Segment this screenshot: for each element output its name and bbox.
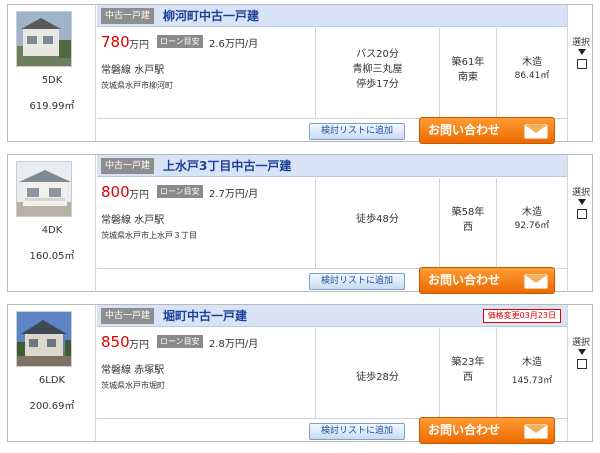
structure-type: 木造 <box>522 357 542 368</box>
thumbnail-cell: 4DK 160.05㎡ <box>8 155 96 291</box>
loan-value: 2.8万円/月 <box>209 339 259 350</box>
thumbnail-cell: 5DK 619.99㎡ <box>8 5 96 141</box>
line-station: 常磐線 赤塚駅 <box>101 365 165 376</box>
category-badge: 中古一戸建 <box>101 308 155 324</box>
loan-value: 2.6万円/月 <box>209 39 259 50</box>
building-age: 築23年 <box>451 357 485 368</box>
select-checkbox[interactable] <box>577 59 587 69</box>
listing-card: 6LDK 200.69㎡ 中古一戸建 堀町中古一戸建 価格変更03月23日 85… <box>7 304 594 444</box>
address: 茨城県水戸市上水戸３丁目 <box>101 231 197 240</box>
inquiry-button[interactable]: お問い合わせ <box>419 417 555 444</box>
envelope-icon <box>524 124 548 139</box>
select-label: 選択 <box>571 338 590 348</box>
arrow-down-icon <box>578 199 586 205</box>
price-value: 780 <box>101 33 130 51</box>
select-cell: 選択 <box>567 305 594 441</box>
loan-badge: ローン目安 <box>157 335 203 348</box>
age-cell: 築61年 南東 <box>439 28 496 118</box>
facing-direction: 西 <box>463 372 473 383</box>
structure-cell: 木造 92.76㎡ <box>496 178 567 268</box>
facing-direction: 西 <box>463 222 473 233</box>
structure-type: 木造 <box>522 207 542 218</box>
building-age: 築61年 <box>451 57 485 68</box>
property-photo[interactable] <box>16 161 72 217</box>
land-area: 200.69㎡ <box>29 401 75 412</box>
floor-plan-label: 5DK <box>41 75 63 86</box>
loan-value: 2.7万円/月 <box>209 189 259 200</box>
category-badge: 中古一戸建 <box>101 158 155 174</box>
loan-badge: ローン目安 <box>157 185 203 198</box>
building-area: 86.41㎡ <box>514 71 550 81</box>
envelope-icon <box>524 274 548 289</box>
structure-cell: 木造 86.41㎡ <box>496 28 567 118</box>
access-line: 停歩17分 <box>356 79 399 90</box>
line-station: 常磐線 水戸駅 <box>101 65 165 76</box>
address: 茨城県水戸市柳河町 <box>101 81 173 90</box>
add-to-compare-list-button[interactable]: 検討リストに追加 <box>309 423 405 440</box>
line-station: 常磐線 水戸駅 <box>101 215 165 226</box>
action-row: 検討リストに追加 お問い合わせ <box>97 117 567 144</box>
access-line: 青柳三丸屋 <box>352 64 403 75</box>
listing-title-link[interactable]: 上水戸3丁目中古一戸建 <box>163 157 291 175</box>
land-area: 619.99㎡ <box>29 101 75 112</box>
floor-plan-label: 4DK <box>41 225 63 236</box>
title-bar: 中古一戸建 上水戸3丁目中古一戸建 <box>97 155 567 177</box>
select-cell: 選択 <box>567 5 594 141</box>
action-row: 検討リストに追加 お問い合わせ <box>97 267 567 294</box>
price-value: 800 <box>101 183 130 201</box>
access-line: 徒歩48分 <box>356 214 399 225</box>
facing-direction: 南東 <box>458 72 478 83</box>
listing-title-link[interactable]: 柳河町中古一戸建 <box>163 7 259 25</box>
structure-type: 木造 <box>522 57 542 68</box>
land-area: 160.05㎡ <box>29 251 75 262</box>
access-line: バス20分 <box>356 49 399 60</box>
add-to-compare-list-button[interactable]: 検討リストに追加 <box>309 273 405 290</box>
price-value: 850 <box>101 333 130 351</box>
inquiry-button[interactable]: お問い合わせ <box>419 267 555 294</box>
listing-title-link[interactable]: 堀町中古一戸建 <box>163 307 247 325</box>
price-area: 780 万円 ローン目安 2.6万円/月 常磐線 水戸駅 茨城県水戸市柳河町 <box>97 28 315 118</box>
building-area: 145.73㎡ <box>511 376 553 386</box>
address: 茨城県水戸市堀町 <box>101 381 165 390</box>
price-change-badge: 価格変更03月23日 <box>482 309 561 323</box>
inquiry-button-label: お問い合わせ <box>428 123 501 137</box>
access-cell: バス20分 青柳三丸屋 停歩17分 <box>315 28 439 118</box>
title-bar: 中古一戸建 堀町中古一戸建 価格変更03月23日 <box>97 305 567 327</box>
price-area: 800 万円 ローン目安 2.7万円/月 常磐線 水戸駅 茨城県水戸市上水戸３丁… <box>97 178 315 268</box>
inquiry-button-label: お問い合わせ <box>428 423 501 437</box>
arrow-down-icon <box>578 49 586 55</box>
access-cell: 徒歩28分 <box>315 328 439 418</box>
arrow-down-icon <box>578 349 586 355</box>
thumbnail-cell: 6LDK 200.69㎡ <box>8 305 96 441</box>
price-unit: 万円 <box>129 340 149 351</box>
inquiry-button-label: お問い合わせ <box>428 273 501 287</box>
price-area: 850 万円 ローン目安 2.8万円/月 常磐線 赤塚駅 茨城県水戸市堀町 <box>97 328 315 418</box>
listing-card: 4DK 160.05㎡ 中古一戸建 上水戸3丁目中古一戸建 800 万円 ローン… <box>7 154 594 294</box>
access-line: 徒歩28分 <box>356 372 399 383</box>
property-photo[interactable] <box>16 311 72 367</box>
select-label: 選択 <box>571 188 590 198</box>
building-area: 92.76㎡ <box>514 221 550 231</box>
action-row: 検討リストに追加 お問い合わせ <box>97 417 567 444</box>
select-checkbox[interactable] <box>577 209 587 219</box>
access-cell: 徒歩48分 <box>315 178 439 268</box>
select-checkbox[interactable] <box>577 359 587 369</box>
envelope-icon <box>524 424 548 439</box>
property-photo[interactable] <box>16 11 72 67</box>
age-cell: 築23年 西 <box>439 328 496 418</box>
listing-card: 5DK 619.99㎡ 中古一戸建 柳河町中古一戸建 780 万円 ローン目安 … <box>7 4 594 144</box>
inquiry-button[interactable]: お問い合わせ <box>419 117 555 144</box>
select-cell: 選択 <box>567 155 594 291</box>
floor-plan-label: 6LDK <box>38 375 66 386</box>
select-label: 選択 <box>571 38 590 48</box>
category-badge: 中古一戸建 <box>101 8 155 24</box>
building-age: 築58年 <box>451 207 485 218</box>
age-cell: 築58年 西 <box>439 178 496 268</box>
title-bar: 中古一戸建 柳河町中古一戸建 <box>97 5 567 27</box>
price-unit: 万円 <box>129 190 149 201</box>
price-unit: 万円 <box>129 40 149 51</box>
loan-badge: ローン目安 <box>157 35 203 48</box>
structure-cell: 木造 145.73㎡ <box>496 328 567 418</box>
add-to-compare-list-button[interactable]: 検討リストに追加 <box>309 123 405 140</box>
